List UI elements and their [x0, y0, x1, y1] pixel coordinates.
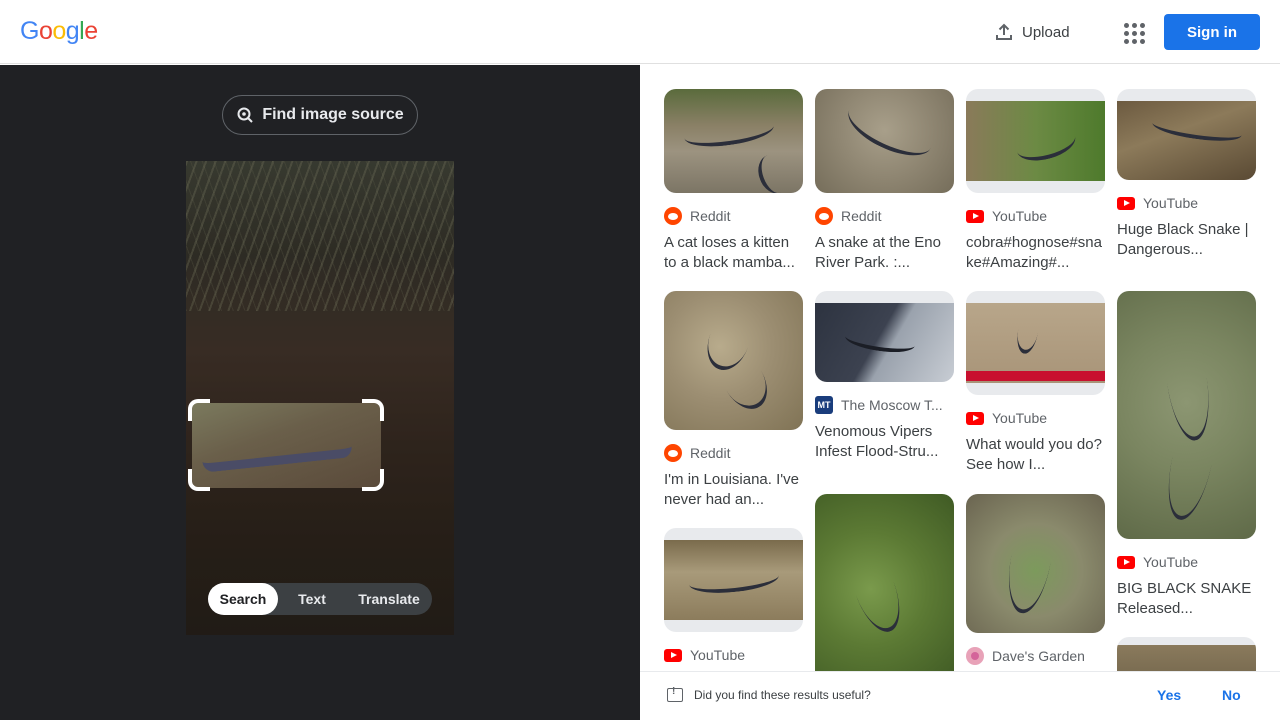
result-thumbnail[interactable]: [966, 89, 1105, 193]
result-title[interactable]: Venomous Vipers Infest Flood-Stru...: [815, 422, 954, 462]
source-name: The Moscow T...: [841, 397, 943, 413]
result-source: YouTube: [966, 207, 1105, 225]
source-name: Reddit: [690, 445, 731, 461]
result-title[interactable]: I'm in Louisiana. I've never had an...: [664, 470, 803, 510]
reddit-icon: [664, 444, 682, 462]
lens-query-panel: Find image source: [0, 65, 640, 720]
result-thumbnail[interactable]: [664, 291, 803, 430]
result-thumbnail[interactable]: [664, 89, 803, 193]
reddit-icon: [664, 207, 682, 225]
upload-label: Upload: [1022, 23, 1070, 41]
crop-handle-bottom-right[interactable]: [362, 469, 384, 491]
crop-handle-top-left[interactable]: [188, 399, 210, 421]
source-name: YouTube: [992, 410, 1048, 426]
result-thumbnail[interactable]: [815, 494, 954, 671]
result-source: YouTube: [1117, 194, 1256, 212]
result-title[interactable]: BIG BLACK SNAKE Released...: [1117, 579, 1256, 619]
snake-shape: [201, 435, 353, 473]
result-source: YouTube: [966, 409, 1105, 427]
youtube-icon: [966, 209, 984, 223]
result-card[interactable]: YouTube BIG BLACK SNAKE Released...: [1117, 291, 1256, 619]
result-source: Reddit: [664, 207, 803, 225]
selected-crop-region[interactable]: [192, 403, 381, 488]
youtube-icon: [664, 648, 682, 662]
result-card[interactable]: [815, 494, 954, 671]
youtube-icon: [966, 411, 984, 425]
sign-in-button[interactable]: Sign in: [1164, 14, 1260, 50]
feedback-no-button[interactable]: No: [1222, 687, 1241, 703]
result-source: Dave's Garden: [966, 647, 1105, 665]
logo-letter: o: [38, 17, 53, 45]
result-source: Reddit: [815, 207, 954, 225]
source-name: YouTube: [1143, 195, 1199, 211]
result-source: YouTube: [1117, 553, 1256, 571]
result-card[interactable]: Reddit I'm in Louisiana. I've never had …: [664, 291, 803, 510]
result-title[interactable]: A snake at the Eno River Park. :...: [815, 233, 954, 273]
feedback-question: Did you find these results useful?: [694, 688, 871, 702]
find-image-source-button[interactable]: Find image source: [222, 95, 418, 135]
mode-search-tab[interactable]: Search: [208, 583, 278, 615]
reddit-icon: [815, 207, 833, 225]
result-card[interactable]: YouTube What would you do? See how I...: [966, 291, 1105, 475]
visual-matches-results: Reddit A cat loses a kitten to a black m…: [640, 65, 1280, 671]
crop-handle-bottom-left[interactable]: [188, 469, 210, 491]
mode-translate-tab[interactable]: Translate: [346, 583, 432, 615]
youtube-icon: [1117, 196, 1135, 210]
result-thumbnail[interactable]: [1117, 637, 1256, 671]
logo-letter: g: [65, 17, 80, 45]
result-title[interactable]: cobra#hognose#snake#Amazing#...: [966, 233, 1105, 273]
result-title[interactable]: A cat loses a kitten to a black mamba...: [664, 233, 803, 273]
source-name: YouTube: [992, 208, 1048, 224]
result-card[interactable]: Reddit A snake at the Eno River Park. :.…: [815, 89, 954, 273]
result-card[interactable]: Dave's Garden: [966, 494, 1105, 665]
result-card[interactable]: Reddit A cat loses a kitten to a black m…: [664, 89, 803, 273]
result-card[interactable]: YouTube cobra#hognose#snake#Amazing#...: [966, 89, 1105, 273]
feedback-icon: [667, 686, 683, 702]
query-image-dim-overlay: [186, 161, 454, 635]
result-thumbnail[interactable]: [815, 89, 954, 193]
result-thumbnail[interactable]: [966, 291, 1105, 395]
crop-handle-top-right[interactable]: [362, 399, 384, 421]
daves-garden-icon: [966, 647, 984, 665]
logo-letter: o: [52, 17, 66, 45]
lens-search-icon: [237, 107, 254, 123]
apps-grid-icon[interactable]: [1114, 14, 1150, 50]
result-card[interactable]: [1117, 637, 1256, 671]
result-thumbnail[interactable]: [664, 528, 803, 632]
result-source: MT The Moscow T...: [815, 396, 954, 414]
result-title[interactable]: Huge Black Snake | Dangerous...: [1117, 220, 1256, 260]
google-logo[interactable]: Google: [20, 17, 98, 46]
lens-mode-switcher: Search Text Translate: [208, 583, 432, 615]
result-card[interactable]: YouTube Huge Black Snake | Dangerous...: [1117, 89, 1256, 260]
result-thumbnail[interactable]: [815, 291, 954, 382]
moscow-times-icon: MT: [815, 396, 833, 414]
result-thumbnail[interactable]: [1117, 89, 1256, 180]
result-card[interactable]: MT The Moscow T... Venomous Vipers Infest…: [815, 291, 954, 462]
source-name: Reddit: [841, 208, 882, 224]
logo-letter: G: [20, 17, 39, 45]
result-thumbnail[interactable]: [1117, 291, 1256, 539]
source-name: YouTube: [690, 647, 746, 663]
result-thumbnail[interactable]: [966, 494, 1105, 633]
result-title[interactable]: What would you do? See how I...: [966, 435, 1105, 475]
upload-button[interactable]: Upload: [986, 14, 1078, 50]
youtube-icon: [1117, 555, 1135, 569]
source-name: YouTube: [1143, 554, 1199, 570]
result-source: YouTube: [664, 646, 803, 664]
mode-text-tab[interactable]: Text: [278, 583, 346, 615]
find-source-label: Find image source: [262, 106, 404, 123]
source-name: Dave's Garden: [992, 648, 1085, 664]
logo-letter: e: [84, 17, 98, 45]
top-bar: Google Upload Sign in: [0, 0, 1280, 64]
feedback-yes-button[interactable]: Yes: [1157, 687, 1181, 703]
result-card[interactable]: YouTube: [664, 528, 803, 664]
source-name: Reddit: [690, 208, 731, 224]
upload-icon: [996, 23, 1012, 40]
result-source: Reddit: [664, 444, 803, 462]
query-image[interactable]: [186, 161, 454, 635]
